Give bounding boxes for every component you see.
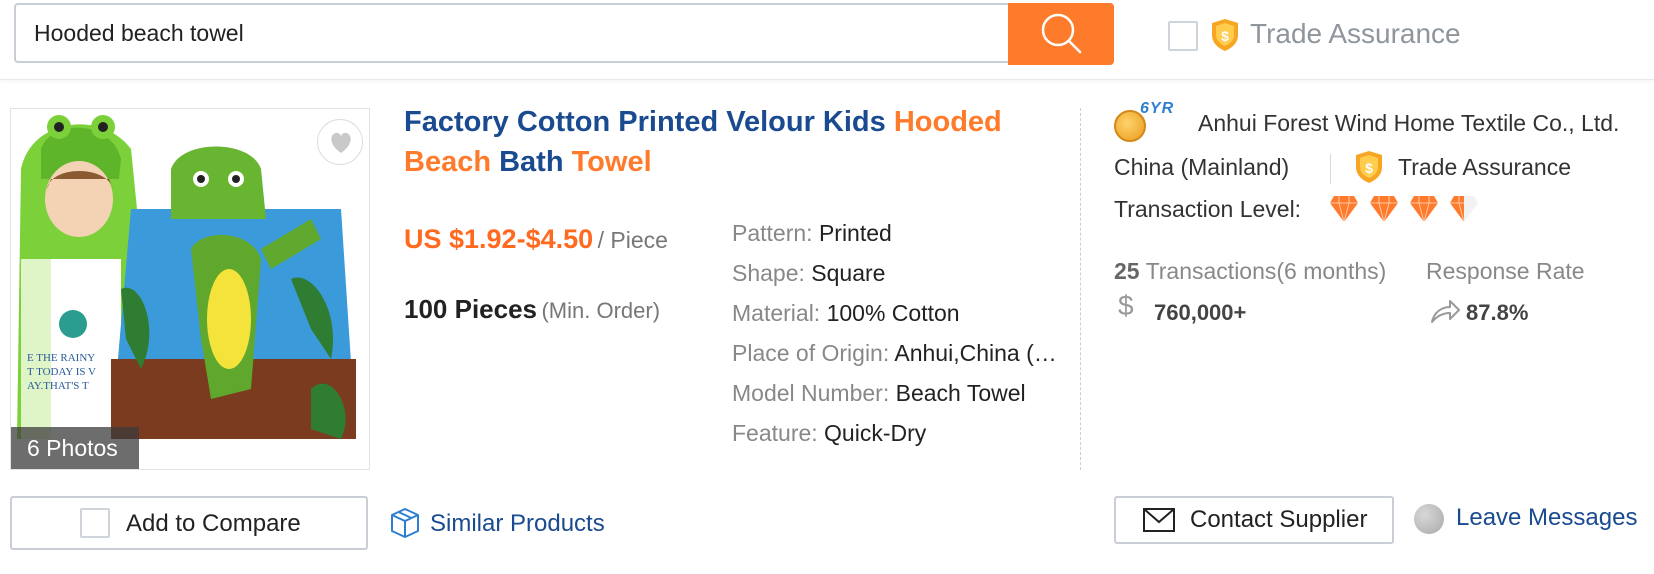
dollar-icon: $ (1118, 290, 1134, 321)
attribute-key: Model Number: (732, 380, 890, 406)
min-order-label: (Min. Order) (541, 298, 661, 323)
search-icon (1041, 13, 1082, 54)
envelope-icon (1143, 508, 1175, 532)
similar-products-label: Similar Products (430, 510, 605, 537)
attribute-row: Feature: Quick-Dry (732, 420, 1062, 460)
chat-status-icon (1414, 504, 1444, 534)
search-box (14, 3, 1114, 63)
transaction-volume: 760,000+ (1154, 300, 1247, 325)
response-rate-value: 87.8% (1466, 300, 1529, 325)
compare-label: Add to Compare (126, 510, 301, 537)
product-attributes: Pattern: Printed Shape: Square Material:… (732, 220, 1062, 460)
trade-assurance-label: Trade Assurance (1250, 18, 1461, 49)
diamond-icon (1370, 196, 1398, 224)
attribute-value: Beach Towel (895, 380, 1026, 406)
search-button[interactable] (1008, 3, 1114, 65)
towel-print-text: E THE RAINY (27, 352, 95, 364)
title-text: Bath (491, 146, 572, 178)
attribute-value: 100% Cotton (826, 300, 960, 326)
trade-assurance-shield-icon: $ (1356, 151, 1382, 183)
svg-text:$: $ (1365, 160, 1373, 176)
reply-arrow-icon (1431, 300, 1460, 323)
trade-assurance-checkbox[interactable] (1168, 21, 1198, 51)
title-keyword-highlight: Hooded (893, 106, 1002, 138)
supplier-country: China (Mainland) (1114, 154, 1290, 180)
diamond-icon (1410, 196, 1438, 224)
attribute-value: Square (811, 260, 886, 286)
price-amount: US $1.92-$4.50 (404, 224, 594, 254)
column-divider (1080, 108, 1081, 470)
title-text: Factory Cotton Printed Velour Kids (404, 106, 894, 138)
price: US $1.92-$4.50 / Piece (404, 224, 668, 255)
search-input[interactable] (34, 15, 934, 51)
attribute-value: Quick-Dry (824, 420, 927, 446)
divider (1330, 154, 1331, 184)
trade-assurance-shield-icon: $ (1212, 19, 1238, 51)
product-title[interactable]: Factory Cotton Printed Velour Kids Hoode… (404, 102, 1044, 182)
transaction-level-diamonds (1330, 196, 1478, 224)
transactions-label: Transactions(6 months) (1145, 258, 1387, 284)
supplier-name[interactable]: Anhui Forest Wind Home Textile Co., Ltd. (1198, 110, 1619, 137)
diamond-icon (1450, 196, 1478, 224)
cube-icon (391, 508, 419, 538)
title-keyword-highlight: Beach (404, 146, 492, 178)
product-photo: E THE RAINY T TODAY IS V AY.THAT'S T (11, 109, 369, 469)
attribute-key: Material: (732, 300, 821, 326)
transactions-count: 25 Transactions(6 months) (1114, 258, 1386, 285)
add-to-compare-button[interactable]: Add to Compare (10, 496, 368, 550)
contact-supplier-button[interactable]: Contact Supplier (1114, 496, 1394, 544)
compare-checkbox[interactable] (80, 508, 110, 538)
attribute-value: Printed (818, 220, 892, 246)
svg-text:T TODAY IS V: T TODAY IS V (27, 366, 96, 378)
attribute-row: Model Number: Beach Towel (732, 380, 1062, 420)
favorite-button[interactable] (317, 119, 363, 165)
response-rate-label: Response Rate (1426, 258, 1585, 284)
photos-count-badge[interactable]: 6 Photos (11, 427, 139, 469)
title-keyword-highlight: Towel (571, 146, 652, 178)
transaction-level-label: Transaction Level: (1114, 196, 1302, 222)
attribute-row: Material: 100% Cotton (732, 300, 1062, 340)
leave-messages-link[interactable]: Leave Messages (1456, 504, 1637, 532)
attribute-key: Feature: (732, 420, 818, 446)
svg-text:AY.THAT'S T: AY.THAT'S T (27, 380, 89, 392)
heart-icon (331, 132, 351, 153)
trade-assurance-label[interactable]: Trade Assurance (1398, 154, 1571, 181)
min-order: 100 Pieces (Min. Order) (404, 294, 660, 325)
svg-text:$: $ (1221, 28, 1229, 44)
attribute-row: Shape: Square (732, 260, 1062, 300)
search-bar: $ Trade Assurance (0, 0, 1654, 80)
attribute-row: Pattern: Printed (732, 220, 1062, 260)
transactions-number: 25 (1114, 258, 1140, 284)
years-badge: 6YR (1140, 100, 1175, 117)
attribute-key: Place of Origin: (732, 340, 890, 366)
attribute-key: Pattern: (732, 220, 813, 246)
attribute-value: Anhui,China (Mainland) (894, 340, 1062, 366)
product-image[interactable]: E THE RAINY T TODAY IS V AY.THAT'S T 6 P… (10, 108, 370, 470)
price-unit: / Piece (597, 227, 668, 253)
min-order-qty: 100 Pieces (404, 294, 538, 324)
contact-supplier-label: Contact Supplier (1190, 506, 1368, 533)
attribute-row: Place of Origin: Anhui,China (Mainland) (732, 340, 1062, 380)
attribute-key: Shape: (732, 260, 805, 286)
diamond-icon (1330, 196, 1358, 224)
